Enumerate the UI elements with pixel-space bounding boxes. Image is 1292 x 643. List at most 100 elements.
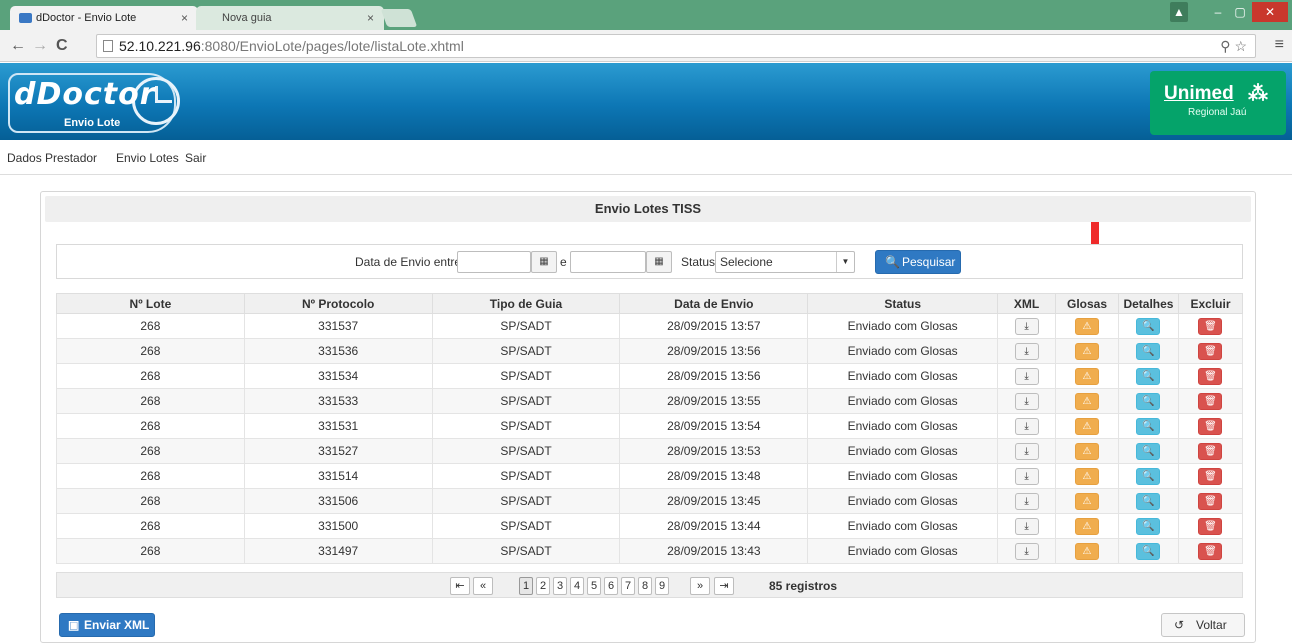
search-icon[interactable]: 🔍 — [1136, 417, 1161, 435]
warning-icon[interactable]: ⚠ — [1075, 492, 1099, 510]
calendar-icon[interactable]: ▦ — [646, 251, 672, 273]
warning-icon[interactable]: ⚠ — [1075, 317, 1099, 335]
page-8-button[interactable]: 8 — [638, 577, 652, 595]
col-protocolo[interactable]: Nº Protocolo — [243, 293, 433, 314]
action-cell: ⤓ — [997, 338, 1057, 364]
tab-close-icon[interactable]: × — [367, 6, 374, 30]
trash-icon[interactable]: 🗑 — [1198, 367, 1223, 385]
trash-icon[interactable]: 🗑 — [1198, 492, 1223, 510]
page-9-button[interactable]: 9 — [655, 577, 669, 595]
address-bar[interactable]: 52.10.221.96:8080/EnvioLote/pages/lote/l… — [96, 34, 1256, 58]
prev-page-icon[interactable]: « — [473, 577, 493, 595]
download-icon[interactable]: ⤓ — [1014, 517, 1039, 535]
download-icon[interactable]: ⤓ — [1014, 417, 1039, 435]
search-icon[interactable]: 🔍 — [1136, 542, 1161, 560]
trash-icon[interactable]: 🗑 — [1198, 342, 1223, 360]
search-icon[interactable]: 🔍 — [1136, 517, 1161, 535]
action-cell: 🔍 — [1117, 338, 1179, 364]
trash-icon[interactable]: 🗑 — [1198, 417, 1223, 435]
table-row: 268 331506 SP/SADT 28/09/2015 13:45 Enviado … — [56, 488, 1244, 514]
send-xml-button[interactable]: ▣ Enviar XML — [59, 613, 155, 637]
trash-icon[interactable]: 🗑 — [1198, 542, 1223, 560]
menu-sair[interactable]: Sair — [185, 151, 206, 165]
search-icon[interactable]: 🔍 — [1136, 442, 1161, 460]
file-icon: ▣ — [68, 618, 80, 632]
page-2-button[interactable]: 2 — [536, 577, 550, 595]
table-row: 268 331534 SP/SADT 28/09/2015 13:56 Enviado … — [56, 363, 1244, 389]
download-icon[interactable]: ⤓ — [1014, 442, 1039, 460]
window-close-icon[interactable]: ✕ — [1252, 2, 1288, 22]
date-to-input[interactable] — [570, 251, 646, 273]
download-icon[interactable]: ⤓ — [1014, 317, 1039, 335]
tab-nova-guia[interactable]: Nova guia × — [196, 6, 384, 30]
warning-icon[interactable]: ⚠ — [1075, 367, 1099, 385]
download-icon[interactable]: ⤓ — [1014, 367, 1039, 385]
zoom-star-icon[interactable]: ⚲ ☆ — [1220, 35, 1247, 57]
menu-envio-lotes[interactable]: Envio Lotes — [116, 151, 179, 165]
table-row: 268 331536 SP/SADT 28/09/2015 13:56 Enviado … — [56, 338, 1244, 364]
page-6-button[interactable]: 6 — [604, 577, 618, 595]
cell-protocolo: 331506 — [243, 488, 433, 514]
warning-icon[interactable]: ⚠ — [1075, 342, 1099, 360]
download-icon[interactable]: ⤓ — [1014, 492, 1039, 510]
search-icon[interactable]: 🔍 — [1136, 317, 1161, 335]
last-page-icon[interactable]: ⇥ — [714, 577, 734, 595]
warning-icon[interactable]: ⚠ — [1075, 442, 1099, 460]
warning-icon[interactable]: ⚠ — [1075, 542, 1099, 560]
search-icon[interactable]: 🔍 — [1136, 392, 1161, 410]
warning-icon[interactable]: ⚠ — [1075, 417, 1099, 435]
warning-icon[interactable]: ⚠ — [1075, 517, 1099, 535]
download-icon[interactable]: ⤓ — [1014, 342, 1039, 360]
minimize-icon[interactable]: – — [1208, 2, 1228, 22]
forward-arrow-icon[interactable]: → — [32, 36, 48, 56]
col-data-envio[interactable]: Data de Envio — [619, 293, 809, 314]
back-arrow-icon[interactable]: ← — [10, 36, 26, 56]
tab-close-icon[interactable]: × — [181, 6, 188, 30]
table-row: 268 331533 SP/SADT 28/09/2015 13:55 Enviado … — [56, 388, 1244, 414]
trash-icon[interactable]: 🗑 — [1198, 317, 1223, 335]
next-page-icon[interactable]: » — [690, 577, 710, 595]
trash-icon[interactable]: 🗑 — [1198, 442, 1223, 460]
chrome-menu-icon[interactable]: ≡ — [1275, 36, 1284, 54]
maximize-icon[interactable]: ▢ — [1230, 2, 1250, 22]
back-button[interactable]: ↺ Voltar — [1161, 613, 1245, 637]
page-4-button[interactable]: 4 — [570, 577, 584, 595]
table-row: 268 331537 SP/SADT 28/09/2015 13:57 Enviado … — [56, 313, 1244, 339]
date-from-input[interactable] — [457, 251, 531, 273]
first-page-icon[interactable]: ⇤ — [450, 577, 470, 595]
col-tipo-guia[interactable]: Tipo de Guia — [431, 293, 621, 314]
search-icon[interactable]: 🔍 — [1136, 467, 1161, 485]
search-icon[interactable]: 🔍 — [1136, 367, 1161, 385]
download-icon[interactable]: ⤓ — [1014, 392, 1039, 410]
warning-icon[interactable]: ⚠ — [1075, 467, 1099, 485]
search-button[interactable]: 🔍 Pesquisar — [875, 250, 961, 274]
date-between-label: e — [560, 255, 567, 269]
search-icon[interactable]: 🔍 — [1136, 492, 1161, 510]
calendar-icon[interactable]: ▦ — [531, 251, 557, 273]
table-row: 268 331527 SP/SADT 28/09/2015 13:53 Enviado … — [56, 438, 1244, 464]
logo-text: dDoctor — [14, 77, 156, 112]
download-icon[interactable]: ⤓ — [1014, 542, 1039, 560]
trash-icon[interactable]: 🗑 — [1198, 467, 1223, 485]
table-row: 268 331497 SP/SADT 28/09/2015 13:43 Enviado … — [56, 538, 1244, 564]
trash-icon[interactable]: 🗑 — [1198, 517, 1223, 535]
status-select[interactable]: Selecione ▼ — [715, 251, 855, 273]
col-status[interactable]: Status — [807, 293, 999, 314]
page-5-button[interactable]: 5 — [587, 577, 601, 595]
trash-icon[interactable]: 🗑 — [1198, 392, 1223, 410]
col-lote[interactable]: Nº Lote — [56, 293, 245, 314]
search-icon[interactable]: 🔍 — [1136, 342, 1161, 360]
action-cell: ⤓ — [997, 313, 1057, 339]
download-icon[interactable]: ⤓ — [1014, 467, 1039, 485]
menu-dados-prestador[interactable]: Dados Prestador — [7, 151, 97, 165]
page-1-button[interactable]: 1 — [519, 577, 533, 595]
page-3-button[interactable]: 3 — [553, 577, 567, 595]
page-7-button[interactable]: 7 — [621, 577, 635, 595]
warning-icon[interactable]: ⚠ — [1075, 392, 1099, 410]
reload-icon[interactable]: C — [56, 36, 68, 56]
new-tab-button[interactable] — [380, 9, 418, 27]
user-profile-icon[interactable]: ▲ — [1170, 2, 1188, 22]
action-cell: 🔍 — [1117, 413, 1179, 439]
tab-ddoctor[interactable]: dDoctor - Envio Lote × — [10, 6, 198, 30]
action-cell: 🔍 — [1117, 513, 1179, 539]
